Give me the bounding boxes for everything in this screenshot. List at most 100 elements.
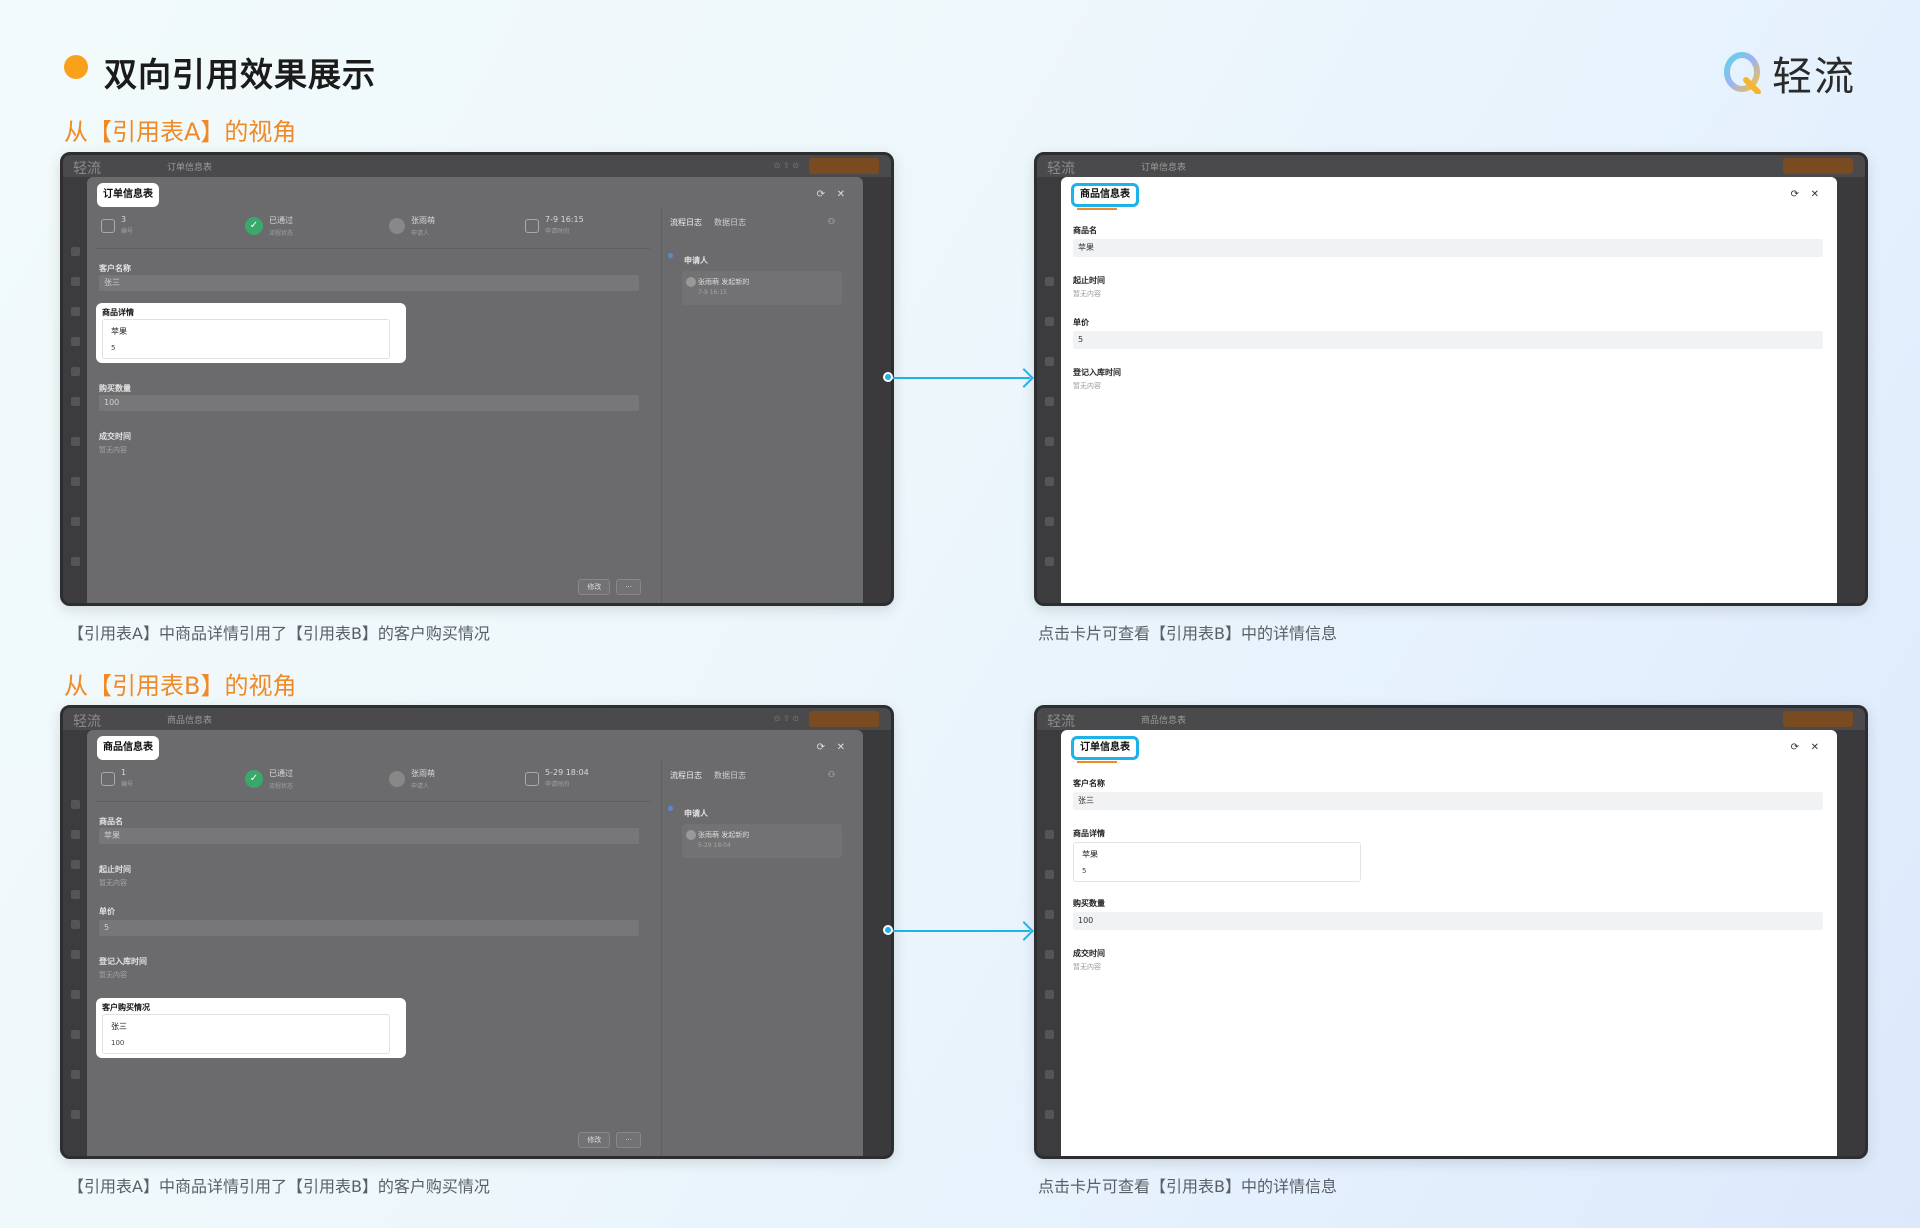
tab-process-log[interactable]: 流程日志 (670, 217, 702, 228)
connector-line (890, 930, 1030, 932)
calendar-icon (525, 772, 539, 786)
section-title-a: 从【引用表A】的视角 (64, 118, 297, 146)
tab-process-log[interactable]: 流程日志 (670, 770, 702, 781)
close-icon[interactable]: ✕ (1811, 742, 1819, 753)
field-label: 商品详情 (1073, 829, 1105, 838)
modal-tab-highlight[interactable]: 商品信息表 (1071, 183, 1139, 207)
approved-icon: ✓ (245, 217, 263, 235)
topbar-links: ⊙ ⇪ ⊙ (773, 714, 799, 723)
topbar-action-button[interactable] (809, 158, 879, 174)
field-label: 起止时间 (99, 865, 131, 874)
field-label: 商品名 (99, 817, 123, 826)
tab-underline (1077, 761, 1117, 763)
calendar-icon (525, 219, 539, 233)
log-label: 申请人 (684, 256, 708, 265)
log-panel: 流程日志 数据日志 ⚇ 申请人 张雨萌 发起新的 5-29 18:04 (661, 760, 847, 1156)
reference-line-1: 张三 (111, 1022, 127, 1031)
field-value[interactable]: 苹果 (99, 828, 639, 844)
info-strip: 1 编号 ✓ 已通过 流程状态 张雨萌 申请人 5-29 18:04 申请时间 (95, 760, 650, 802)
more-button[interactable]: ··· (616, 579, 641, 595)
avatar (686, 277, 696, 287)
app-tab[interactable]: 订单信息表 (167, 160, 212, 173)
modal-tab[interactable]: 商品信息表 (97, 736, 159, 760)
app-logo: 轻流 (73, 161, 101, 177)
page-title: 双向引用效果展示 (104, 55, 376, 94)
field-label: 起止时间 (1073, 276, 1105, 285)
reference-line-2: 5 (111, 344, 116, 352)
tab-data-log[interactable]: 数据日志 (714, 770, 746, 781)
app-tab[interactable]: 商品信息表 (167, 713, 212, 726)
close-icon[interactable]: ✕ (1811, 189, 1819, 200)
share-icon[interactable]: ⚇ (828, 770, 835, 779)
close-icon[interactable]: ✕ (837, 742, 845, 753)
field-value[interactable]: 张三 (1073, 792, 1823, 810)
reference-card-highlight[interactable]: 客户购买情况 张三 100 (96, 998, 406, 1058)
caption-right: 点击卡片可查看【引用表B】中的详情信息 (1038, 624, 1337, 643)
apply-time: 5-29 18:04 (545, 768, 589, 777)
share-icon[interactable]: ⚇ (828, 217, 835, 226)
app-tab[interactable]: 商品信息表 (1141, 713, 1186, 726)
caption-left: 【引用表A】中商品详情引用了【引用表B】的客户购买情况 (68, 624, 490, 643)
topbar-action-button[interactable] (1783, 158, 1853, 174)
app-tab[interactable]: 订单信息表 (1141, 160, 1186, 173)
reference-card-title: 商品详情 (102, 308, 134, 317)
tab-data-log[interactable]: 数据日志 (714, 217, 746, 228)
app-topbar: 轻流 订单信息表 ⊙ ⇪ ⊙ (63, 155, 891, 177)
field-value[interactable]: 张三 (99, 275, 639, 291)
refresh-icon[interactable]: ⟳ (1791, 189, 1799, 200)
field-value[interactable]: 苹果 (1073, 239, 1823, 257)
number-icon (101, 772, 115, 786)
field-empty: 暂无内容 (99, 446, 127, 454)
field-label: 登记入库时间 (99, 957, 147, 966)
record-number: 3 (121, 215, 127, 224)
field-value[interactable]: 5 (1073, 331, 1823, 349)
app-sidebar (63, 730, 87, 1156)
log-time: 7-9 16:15 (698, 289, 727, 296)
reference-card-title: 客户购买情况 (102, 1003, 150, 1012)
topbar-action-button[interactable] (809, 711, 879, 727)
connector-start-dot (883, 925, 893, 935)
field-value[interactable]: 100 (1073, 912, 1823, 930)
reference-line-1: 苹果 (1082, 850, 1098, 859)
reference-card-highlight[interactable]: 商品详情 苹果 5 (96, 303, 406, 363)
caption-left: 【引用表A】中商品详情引用了【引用表B】的客户购买情况 (68, 1177, 490, 1196)
refresh-icon[interactable]: ⟳ (1791, 742, 1799, 753)
apply-time: 7-9 16:15 (545, 215, 584, 224)
close-icon[interactable]: ✕ (837, 189, 845, 200)
log-card: 张雨萌 发起新的 7-9 16:15 (682, 271, 842, 305)
modal-tab-highlight[interactable]: 订单信息表 (1071, 736, 1139, 760)
refresh-icon[interactable]: ⟳ (817, 742, 825, 753)
log-time: 5-29 18:04 (698, 842, 731, 849)
field-value[interactable]: 5 (99, 920, 639, 936)
arrow-right-icon (1014, 368, 1034, 388)
edit-button[interactable]: 修改 (578, 1132, 611, 1148)
field-label: 成交时间 (1073, 949, 1105, 958)
modal-tab[interactable]: 订单信息表 (97, 183, 159, 207)
reference-card[interactable]: 苹果 5 (1073, 842, 1361, 882)
reference-line-2: 100 (111, 1039, 125, 1047)
topbar-links: ⊙ ⇪ ⊙ (773, 161, 799, 170)
app-topbar: 轻流 订单信息表 (1037, 155, 1865, 177)
connector-start-dot (883, 372, 893, 382)
more-button[interactable]: ··· (616, 1132, 641, 1148)
topbar-action-button[interactable] (1783, 711, 1853, 727)
field-label: 单价 (1073, 318, 1089, 327)
brand-name: 轻流 (1772, 54, 1856, 100)
app-topbar: 轻流 商品信息表 (1037, 708, 1865, 730)
edit-button[interactable]: 修改 (578, 579, 611, 595)
tab-underline (1077, 208, 1117, 210)
field-label: 成交时间 (99, 432, 131, 441)
field-value[interactable]: 100 (99, 395, 639, 411)
app-logo: 轻流 (1047, 161, 1075, 177)
reference-card-body[interactable]: 张三 100 (102, 1014, 390, 1054)
reference-card-body[interactable]: 苹果 5 (102, 319, 390, 359)
field-label: 购买数量 (99, 384, 131, 393)
applicant-name: 张雨萌 (411, 216, 435, 225)
title-dot (64, 55, 88, 79)
refresh-icon[interactable]: ⟳ (817, 189, 825, 200)
number-icon (101, 219, 115, 233)
screenshot-table-b-detail: 轻流 订单信息表 商品信息表 ⟳ ✕ 商品名 苹果 起止时间 暂无内容 单价 5… (1034, 152, 1868, 606)
log-card: 张雨萌 发起新的 5-29 18:04 (682, 824, 842, 858)
connector-line (890, 377, 1030, 379)
approved-icon: ✓ (245, 770, 263, 788)
